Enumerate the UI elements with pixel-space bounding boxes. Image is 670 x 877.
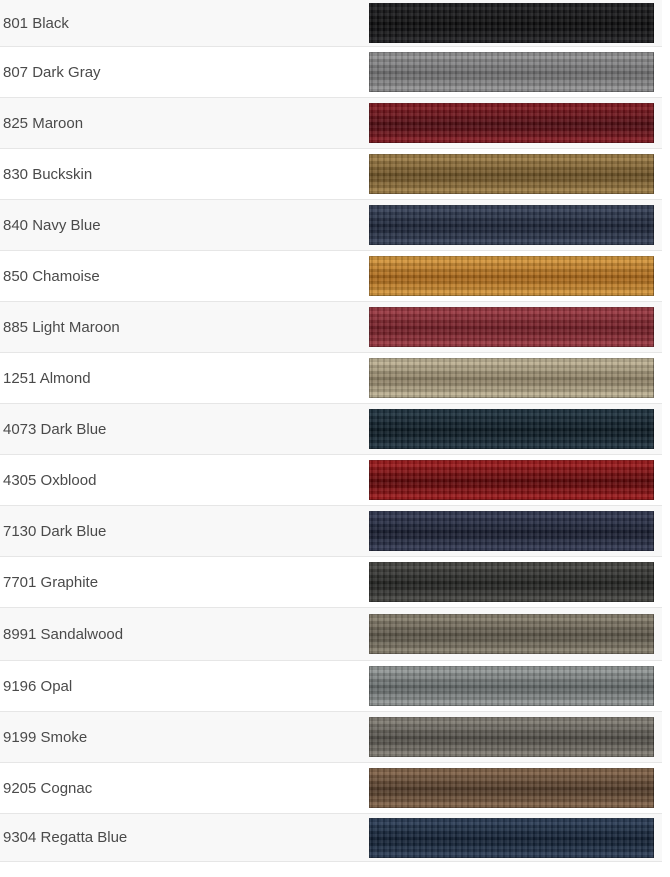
color-option-row[interactable]: 4073 Dark Blue bbox=[0, 404, 662, 455]
color-option-label: 9304 Regatta Blue bbox=[3, 829, 128, 846]
carpet-swatch-image bbox=[369, 817, 654, 858]
color-option-row[interactable]: 830 Buckskin bbox=[0, 149, 662, 200]
carpet-swatch-image bbox=[369, 154, 654, 194]
carpet-swatch-image bbox=[369, 562, 654, 602]
color-option-label: 825 Maroon bbox=[3, 114, 84, 132]
color-option-row[interactable]: 9196 Opal bbox=[0, 661, 662, 712]
color-option-row[interactable]: 9304 Regatta Blue bbox=[0, 814, 662, 862]
carpet-swatch-image bbox=[369, 460, 654, 500]
carpet-swatch-image bbox=[369, 511, 654, 551]
color-option-label: 830 Buckskin bbox=[3, 165, 93, 183]
color-option-label: 1251 Almond bbox=[3, 369, 91, 387]
color-option-row[interactable]: 807 Dark Gray bbox=[0, 47, 662, 98]
color-option-row[interactable]: 850 Chamoise bbox=[0, 251, 662, 302]
carpet-swatch-image bbox=[369, 666, 654, 706]
color-option-label: 7130 Dark Blue bbox=[3, 522, 107, 540]
color-option-label: 8991 Sandalwood bbox=[3, 625, 124, 643]
color-option-label: 9205 Cognac bbox=[3, 779, 93, 797]
carpet-swatch-image bbox=[369, 52, 654, 92]
color-option-row[interactable]: 8991 Sandalwood bbox=[0, 608, 662, 661]
color-option-label: 4305 Oxblood bbox=[3, 471, 97, 489]
carpet-swatch-image bbox=[369, 3, 654, 43]
color-option-row[interactable]: 9199 Smoke bbox=[0, 712, 662, 763]
color-option-row[interactable]: 9205 Cognac bbox=[0, 763, 662, 814]
color-option-label: 7701 Graphite bbox=[3, 573, 99, 591]
color-option-row[interactable]: 7130 Dark Blue bbox=[0, 506, 662, 557]
color-option-label: 4073 Dark Blue bbox=[3, 420, 107, 438]
color-option-label: 840 Navy Blue bbox=[3, 216, 101, 234]
color-option-label: 9199 Smoke bbox=[3, 728, 88, 746]
carpet-swatch-image bbox=[369, 717, 654, 757]
color-option-row[interactable]: 7701 Graphite bbox=[0, 557, 662, 608]
carpet-swatch-image bbox=[369, 256, 654, 296]
carpet-swatch-image bbox=[369, 103, 654, 143]
carpet-swatch-image bbox=[369, 409, 654, 449]
color-option-row[interactable]: 4305 Oxblood bbox=[0, 455, 662, 506]
color-option-row[interactable]: 825 Maroon bbox=[0, 98, 662, 149]
color-option-label: 807 Dark Gray bbox=[3, 63, 101, 81]
carpet-swatch-image bbox=[369, 307, 654, 347]
color-option-row[interactable]: 1251 Almond bbox=[0, 353, 662, 404]
carpet-swatch-image bbox=[369, 614, 654, 654]
color-option-label: 801 Black bbox=[3, 14, 69, 32]
color-option-row[interactable]: 885 Light Maroon bbox=[0, 302, 662, 353]
carpet-swatch-image bbox=[369, 205, 654, 245]
color-option-label: 885 Light Maroon bbox=[3, 318, 120, 336]
color-option-label: 850 Chamoise bbox=[3, 267, 100, 285]
color-option-label: 9196 Opal bbox=[3, 677, 73, 695]
color-option-row[interactable]: 840 Navy Blue bbox=[0, 200, 662, 251]
carpet-swatch-image bbox=[369, 768, 654, 808]
color-option-row[interactable]: 801 Black bbox=[0, 0, 662, 47]
carpet-swatch-image bbox=[369, 358, 654, 398]
